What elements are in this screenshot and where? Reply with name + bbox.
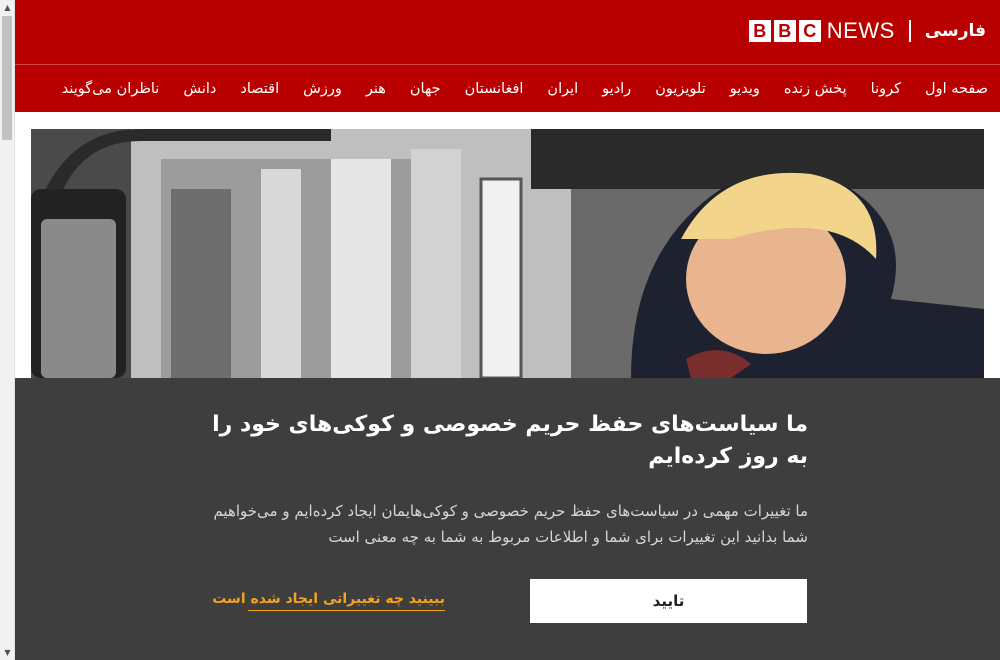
consent-content: ما سیاست‌های حفظ حریم خصوصی و کوکی‌های خ… <box>210 378 808 550</box>
nav-item-world[interactable]: جهان <box>410 81 441 97</box>
nav-item-economy[interactable]: اقتصاد <box>240 81 279 97</box>
news-wordmark: NEWS <box>826 18 895 43</box>
scroll-down-arrow-icon[interactable]: ▼ <box>0 645 15 660</box>
page-scrollbar[interactable]: ▲ ▼ <box>0 0 15 660</box>
main-navigation: صفحه اول کرونا پخش زنده ویدیو تلویزیون ر… <box>15 64 1000 112</box>
consent-title: ما سیاست‌های حفظ حریم خصوصی و کوکی‌های خ… <box>212 412 808 469</box>
bbc-persian-logo[interactable]: B B C NEWS فارسی <box>748 16 986 46</box>
bbc-logo-letter: B <box>748 20 771 42</box>
scroll-up-arrow-icon[interactable]: ▲ <box>0 0 15 15</box>
nav-item-viewpoints[interactable]: ناظران می‌گویند <box>62 81 160 97</box>
nav-item-science[interactable]: دانش <box>183 81 216 97</box>
nav-item-radio[interactable]: رادیو <box>602 81 631 97</box>
bbc-logo-letter: B <box>773 20 796 42</box>
confirm-button[interactable]: تایید <box>530 579 807 623</box>
nav-item-art[interactable]: هنر <box>366 81 386 97</box>
nav-item-iran[interactable]: ایران <box>547 81 578 97</box>
consent-body: ما تغییرات مهمی در سیاست‌های حفظ حریم خص… <box>213 502 808 546</box>
nav-item-corona[interactable]: کرونا <box>871 81 901 97</box>
privacy-consent-banner: ما سیاست‌های حفظ حریم خصوصی و کوکی‌های خ… <box>15 378 1000 660</box>
nav-item-live[interactable]: پخش زنده <box>784 81 847 97</box>
nav-list: صفحه اول کرونا پخش زنده ویدیو تلویزیون ر… <box>15 65 1000 112</box>
nav-item-sport[interactable]: ورزش <box>303 81 342 97</box>
page: B B C NEWS فارسی صفحه اول کرونا پخش زنده… <box>15 0 1000 660</box>
see-changes-link[interactable]: ببینید چه تغییراتی ایجاد شده است <box>212 591 445 611</box>
brand-divider <box>908 20 911 42</box>
bbc-logo-letter: C <box>798 20 821 42</box>
nav-item-afghanistan[interactable]: افغانستان <box>465 81 524 97</box>
hero-photo-illustration <box>31 129 984 378</box>
nav-item-video[interactable]: ویدیو <box>730 81 760 97</box>
scroll-thumb[interactable] <box>2 16 12 140</box>
nav-item-home[interactable]: صفحه اول <box>925 81 988 97</box>
bbc-logo-blocks: B B C <box>748 20 821 42</box>
masthead: B B C NEWS فارسی <box>15 0 1000 64</box>
language-name: فارسی <box>924 21 986 41</box>
hero-image[interactable] <box>31 129 984 378</box>
nav-item-tv[interactable]: تلویزیون <box>655 81 706 97</box>
